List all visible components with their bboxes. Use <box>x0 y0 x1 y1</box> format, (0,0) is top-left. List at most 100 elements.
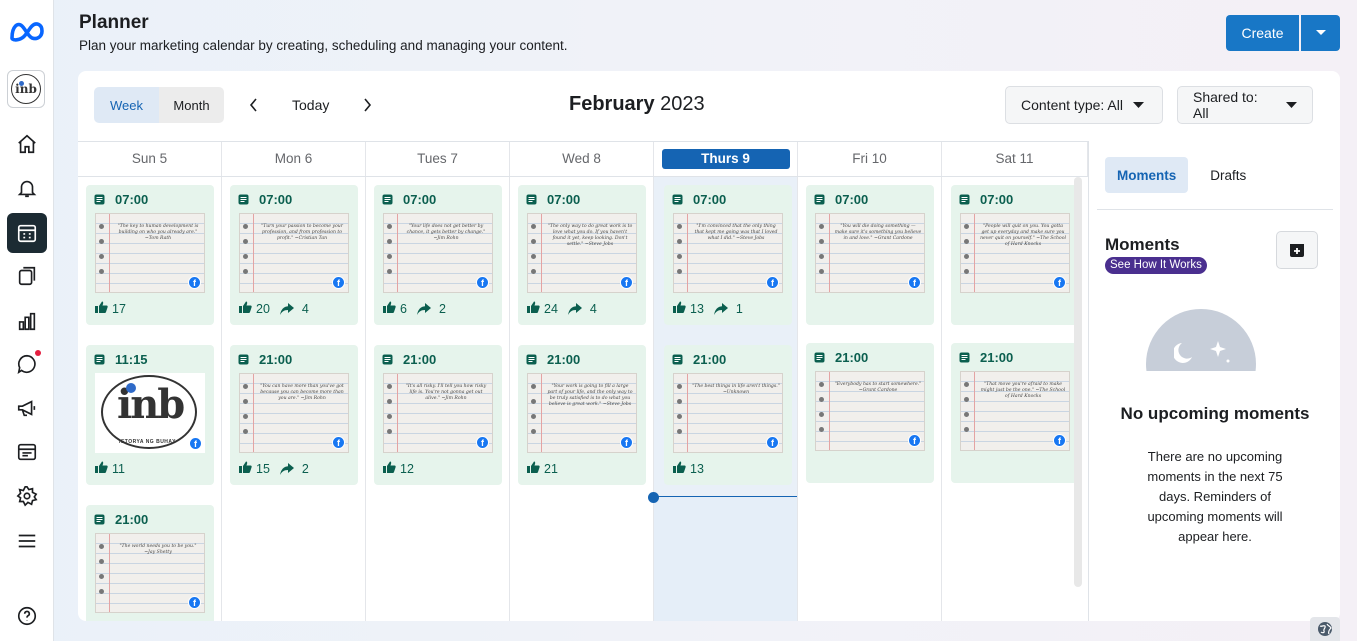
post-quote: "Turn your passion to become your profes… <box>261 224 343 241</box>
month-view-button[interactable]: Month <box>159 87 224 123</box>
facebook-icon: f <box>1053 276 1066 289</box>
day-header-6: Sat 11 <box>942 142 1088 176</box>
scheduled-post-card[interactable]: 07:00 "The only way to do great work is … <box>518 185 646 325</box>
share-icon <box>279 302 298 315</box>
post-time: 21:00 <box>814 350 868 365</box>
tab-moments[interactable]: Moments <box>1105 157 1189 193</box>
post-quote: "You will die doing something — make sur… <box>834 224 922 241</box>
post-quote: "It's all risky. I'll tell you how risky… <box>405 384 487 401</box>
calendar-scrollbar[interactable] <box>1074 177 1082 587</box>
right-tabs: Moments Drafts <box>1105 157 1258 193</box>
like-icon <box>239 301 256 316</box>
scheduled-post-card[interactable]: 11:15 inb ISTORYA NG BUHAY f 11 <box>86 345 214 485</box>
add-moment-button[interactable] <box>1276 231 1318 269</box>
post-icon <box>814 194 830 205</box>
megaphone-icon[interactable] <box>7 388 47 428</box>
bell-icon[interactable] <box>7 168 47 208</box>
day-header-2: Tues 7 <box>366 142 510 176</box>
tab-drafts[interactable]: Drafts <box>1198 157 1258 193</box>
scheduled-post-card[interactable]: 21:00 "It's all risky. I'll tell you how… <box>374 345 502 485</box>
chat-icon[interactable] <box>7 344 47 384</box>
scheduled-post-card[interactable]: 21:00 "The world needs you to be you." ~… <box>86 505 214 621</box>
facebook-icon: f <box>188 276 201 289</box>
scheduled-post-card[interactable]: 21:00 "Your work is going to fill a larg… <box>518 345 646 485</box>
post-thumbnail: "The best things in life aren't things."… <box>673 373 783 453</box>
insights-icon[interactable] <box>7 301 47 341</box>
scheduled-post-card[interactable]: 07:00 "Your life does not get better by … <box>374 185 502 325</box>
week-grid: 07:00 "The key to human development is b… <box>78 177 1088 621</box>
post-stats: 12 <box>383 461 414 476</box>
share-icon <box>416 302 435 315</box>
scheduled-post-card[interactable]: 07:00 "People will quit on you. You gott… <box>951 185 1079 325</box>
scheduled-post-card[interactable]: 21:00 "Everybody has to start somewhere.… <box>806 343 934 483</box>
create-button[interactable]: Create <box>1226 15 1299 51</box>
facebook-icon: f <box>1053 434 1066 447</box>
post-thumbnail: "That move you're afraid to make might j… <box>960 371 1070 451</box>
facebook-icon: f <box>189 437 202 450</box>
moments-heading: Moments <box>1105 235 1180 254</box>
previous-week-button[interactable] <box>244 95 262 115</box>
create-dropdown-button[interactable] <box>1301 15 1340 51</box>
post-time: 07:00 <box>959 192 1013 207</box>
scheduled-post-card[interactable]: 07:00 "I'm convinced that the only thing… <box>664 185 792 325</box>
week-view-button[interactable]: Week <box>94 87 159 123</box>
scheduled-post-card[interactable]: 07:00 "You will die doing something — ma… <box>806 185 934 325</box>
post-quote: "The best things in life aren't things."… <box>692 384 780 395</box>
calendar-icon[interactable] <box>7 213 47 253</box>
next-week-button[interactable] <box>358 95 376 115</box>
today-button[interactable]: Today <box>292 97 329 113</box>
like-icon <box>383 301 400 316</box>
post-icon <box>94 354 110 365</box>
post-time-label: 07:00 <box>547 192 581 207</box>
caret-down-icon <box>1286 101 1297 108</box>
shared-to-filter[interactable]: Shared to: All <box>1177 86 1313 124</box>
pages-icon[interactable] <box>7 256 47 296</box>
shared-to-label: Shared to: All <box>1193 89 1258 121</box>
scheduled-post-card[interactable]: 21:00 "You can have more than you've got… <box>230 345 358 485</box>
post-thumbnail: "Turn your passion to become your profes… <box>239 213 349 293</box>
browser-icon[interactable] <box>7 432 47 472</box>
post-thumbnail: "People will quit on you. You gotta get … <box>960 213 1070 293</box>
moments-pane: Moments Drafts Moments See How It Works … <box>1088 141 1340 621</box>
home-icon[interactable] <box>7 124 47 164</box>
post-time-label: 07:00 <box>259 192 293 207</box>
post-quote: "Everybody has to start somewhere." ~Gra… <box>834 382 922 393</box>
day-label: Mon 6 <box>274 151 313 166</box>
post-time-label: 21:00 <box>693 352 727 367</box>
share-count: 2 <box>301 461 309 476</box>
gear-icon[interactable] <box>7 476 47 516</box>
like-icon <box>527 461 544 476</box>
like-count: 12 <box>400 461 414 476</box>
see-how-it-works-link[interactable]: See How It Works <box>1105 257 1207 274</box>
language-button[interactable] <box>1310 617 1340 641</box>
facebook-icon: f <box>332 436 345 449</box>
scheduled-post-card[interactable]: 21:00 "That move you're afraid to make m… <box>951 343 1079 483</box>
content-type-filter[interactable]: Content type: All <box>1005 86 1163 124</box>
post-icon <box>526 194 542 205</box>
help-icon[interactable] <box>7 596 47 636</box>
facebook-icon: f <box>332 276 345 289</box>
day-header-3: Wed 8 <box>510 142 654 176</box>
post-quote: "The only way to do great work is to lov… <box>547 224 633 247</box>
post-time: 07:00 <box>382 192 436 207</box>
post-stats: 17 <box>95 301 126 316</box>
post-time-label: 21:00 <box>980 350 1014 365</box>
post-quote: "I'm convinced that the only thing that … <box>694 224 778 241</box>
day-header-4: Thurs 9 <box>654 142 798 176</box>
meta-logo-icon[interactable] <box>8 18 46 44</box>
post-icon <box>94 514 110 525</box>
like-icon <box>673 301 690 316</box>
day-header-5: Fri 10 <box>798 142 942 176</box>
moon-illustration <box>1146 309 1256 371</box>
scheduled-post-card[interactable]: 21:00 "The best things in life aren't th… <box>664 345 792 485</box>
scheduled-post-card[interactable]: 07:00 "The key to human development is b… <box>86 185 214 325</box>
view-toggle: Week Month <box>94 87 224 123</box>
page-avatar[interactable]: inb <box>7 70 45 108</box>
globe-icon <box>1318 622 1332 636</box>
menu-icon[interactable] <box>7 521 47 561</box>
logo-dot <box>126 383 136 393</box>
scheduled-post-card[interactable]: 07:00 "Turn your passion to become your … <box>230 185 358 325</box>
like-count: 17 <box>112 301 126 316</box>
post-time-label: 07:00 <box>693 192 727 207</box>
post-stats: 13 1 <box>673 301 743 316</box>
